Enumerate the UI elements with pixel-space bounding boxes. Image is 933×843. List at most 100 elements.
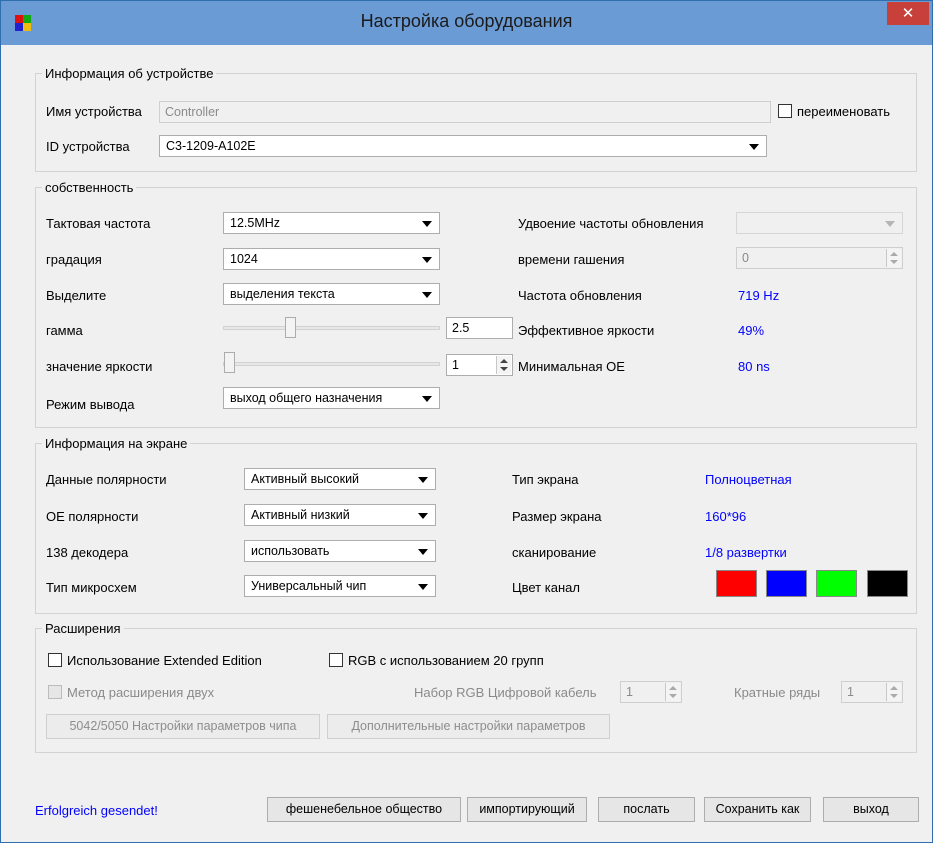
chevron-down-icon [418,584,428,590]
refresh-rate-value: 719 Hz [738,288,780,303]
oe-polarity-label: OE полярности [46,509,139,524]
clock-frequency-select[interactable]: 12.5MHz [223,212,440,234]
chevron-down-icon [885,221,895,227]
spin-arrows-icon[interactable] [496,356,511,374]
device-name-label: Имя устройства [46,104,142,119]
chevron-down-icon [418,549,428,555]
chevron-down-icon [422,292,432,298]
gradation-value: 1024 [230,252,258,266]
gradation-select[interactable]: 1024 [223,248,440,270]
effective-brightness-label: Эффективное яркости [518,323,655,338]
select-mode-label: Выделите [46,288,107,303]
chevron-down-icon [422,257,432,263]
status-message: Erfolgreich gesendet! [35,803,158,818]
screen-type-label: Тип экрана [512,472,579,487]
extensions-legend: Расширения [45,621,121,636]
refresh-doubling-label: Удвоение частоты обновления [518,216,704,231]
gamma-field[interactable]: 2.5 [446,317,513,339]
scan-value: 1/8 развертки [705,545,787,560]
extended-edition-label: Использование Extended Edition [67,653,262,668]
chevron-down-icon [422,396,432,402]
clock-frequency-value: 12.5MHz [230,216,281,230]
chip-type-select[interactable]: Универсальный чип [244,575,436,597]
gamma-slider-track[interactable] [223,326,440,330]
min-oe-value: 80 ns [738,359,770,374]
spin-arrows-icon[interactable] [886,683,901,701]
oe-polarity-select[interactable]: Активный низкий [244,504,436,526]
output-mode-select[interactable]: выход общего назначения [223,387,440,409]
spin-arrows-icon[interactable] [886,249,901,267]
clock-frequency-label: Тактовая частота [46,216,151,231]
gamma-slider-handle[interactable] [285,317,296,338]
blanking-time-label: времени гашения [518,252,625,267]
device-id-label: ID устройства [46,139,130,154]
extra-settings-button[interactable]: Дополнительные настройки параметров [327,714,610,739]
window-title: Настройка оборудования [360,11,573,31]
channel-swatch-black[interactable] [867,570,908,597]
brightness-slider-handle[interactable] [224,352,235,373]
select-mode-select[interactable]: выделения текста [223,283,440,305]
screen-size-value: 160*96 [705,509,747,524]
output-mode-value: выход общего назначения [230,391,383,405]
chevron-down-icon [749,144,759,150]
brightness-label: значение яркости [46,359,153,374]
select-mode-value: выделения текста [230,287,335,301]
brightness-value: 1 [452,358,459,372]
hardware-settings-window: Настройка оборудования ✕ Информация об у… [0,0,933,843]
rgb20-label: RGB с использованием 20 групп [348,653,544,668]
rgb-digital-cable-label: Набор RGB Цифровой кабель [414,685,597,700]
rgb-digital-cable-spinbox[interactable]: 1 [620,681,682,703]
title-bar: Настройка оборудования ✕ [1,1,932,45]
blanking-time-value: 0 [742,251,749,265]
device-name-field[interactable]: Controller [159,101,771,123]
data-polarity-label: Данные полярности [46,472,167,487]
screen-type-value: Полноцветная [705,472,792,487]
society-button[interactable]: фешенебельное общество [267,797,461,822]
multiple-rows-label: Кратные ряды [734,685,821,700]
save-as-button[interactable]: Сохранить как [704,797,811,822]
refresh-rate-label: Частота обновления [518,288,642,303]
rename-checkbox[interactable] [778,104,792,118]
brightness-slider-track[interactable] [223,362,440,366]
chip-type-label: Тип микросхем [46,580,137,595]
data-polarity-select[interactable]: Активный высокий [244,468,436,490]
device-id-select[interactable]: C3-1209-A102E [159,135,767,157]
scan-label: сканирование [512,545,597,560]
method-two-checkbox[interactable] [48,685,62,699]
multiple-rows-value: 1 [847,685,854,699]
close-button[interactable]: ✕ [887,2,929,25]
method-two-label: Метод расширения двух [67,685,215,700]
channel-swatch-green[interactable] [816,570,857,597]
spin-arrows-icon[interactable] [665,683,680,701]
rgb20-checkbox[interactable] [329,653,343,667]
chip-type-value: Универсальный чип [251,579,367,593]
refresh-doubling-select[interactable] [736,212,903,234]
channel-swatch-red[interactable] [716,570,757,597]
data-polarity-value: Активный высокий [251,472,360,486]
min-oe-label: Минимальная OE [518,359,625,374]
screen-size-label: Размер экрана [512,509,602,524]
output-mode-label: Режим вывода [46,397,135,412]
decoder-value: использовать [251,544,330,558]
decoder-select[interactable]: использовать [244,540,436,562]
gradation-label: градация [46,252,102,267]
extended-edition-checkbox[interactable] [48,653,62,667]
device-info-legend: Информация об устройстве [45,66,214,81]
effective-brightness-value: 49% [738,323,765,338]
gamma-label: гамма [46,323,83,338]
channel-swatch-blue[interactable] [766,570,807,597]
rgb-digital-cable-value: 1 [626,685,633,699]
decoder-label: 138 декодера [46,545,129,560]
blanking-time-spinbox[interactable]: 0 [736,247,903,269]
exit-button[interactable]: выход [823,797,919,822]
import-button[interactable]: импортирующий [467,797,587,822]
send-button[interactable]: послать [598,797,695,822]
chevron-down-icon [418,513,428,519]
chip-settings-button[interactable]: 5042/5050 Настройки параметров чипа [46,714,320,739]
properties-legend: собственность [45,180,134,195]
multiple-rows-spinbox[interactable]: 1 [841,681,903,703]
oe-polarity-value: Активный низкий [251,508,350,522]
chevron-down-icon [422,221,432,227]
brightness-spinbox[interactable]: 1 [446,354,513,376]
device-id-value: C3-1209-A102E [166,139,256,153]
